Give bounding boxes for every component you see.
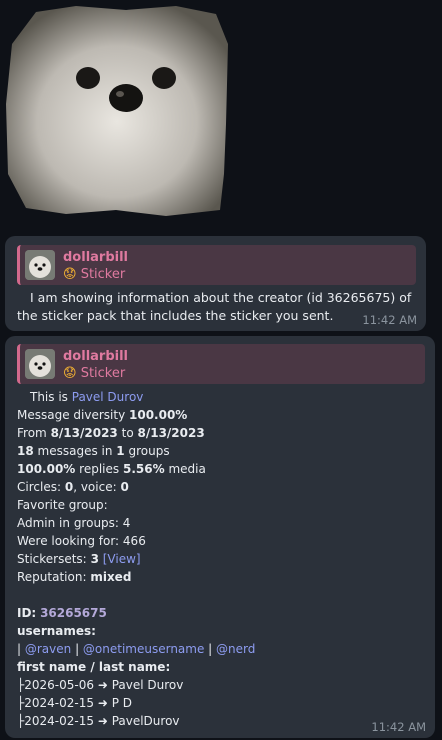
reply-preview[interactable]: dollarbill 😟 Sticker <box>17 245 416 285</box>
reply-type-label: Sticker <box>80 366 126 381</box>
reputation-line: Reputation: mixed <box>17 570 132 584</box>
dog-sticker-icon <box>6 6 228 216</box>
looking-for-line: Were looking for: 466 <box>17 534 146 548</box>
username-link[interactable]: @nerd <box>216 642 255 656</box>
message-bubble[interactable]: dollarbill 😟 Sticker I am showing inform… <box>5 236 426 331</box>
reply-type-label: Sticker <box>80 267 126 282</box>
circles-voice-line: Circles: 0, voice: 0 <box>17 480 129 494</box>
reply-preview[interactable]: dollarbill 😟 Sticker <box>17 344 425 384</box>
replies-media-line: 100.00% replies 5.56% media <box>17 462 206 476</box>
name-history-row: ├2024-02-15 ➜ PavelDurov <box>17 714 180 728</box>
this-is-line: This is Pavel Durov <box>30 390 144 404</box>
view-stickersets-link[interactable]: [View] <box>103 552 141 566</box>
usernames-line: | @raven | @onetimeusername | @nerd <box>17 642 256 656</box>
usernames-heading: usernames: <box>17 624 96 638</box>
diversity-line: Message diversity 100.00% <box>17 408 188 422</box>
message-timestamp: 11:42 AM <box>371 720 426 734</box>
user-profile-link[interactable]: Pavel Durov <box>72 390 144 404</box>
username-link[interactable]: @onetimeusername <box>83 642 204 656</box>
worried-emoji-icon: 😟 <box>63 366 77 381</box>
arrow-icon: ➜ <box>97 714 112 728</box>
dog-thumbnail-icon <box>25 250 55 280</box>
reply-type: 😟 Sticker <box>63 267 125 282</box>
reply-author-name: dollarbill <box>63 349 129 364</box>
worried-emoji-icon: 😟 <box>63 267 77 282</box>
creator-info: This is Pavel Durov Message diversity 10… <box>17 388 427 730</box>
arrow-icon: ➜ <box>97 696 112 710</box>
admin-groups-line: Admin in groups: 4 <box>17 516 131 530</box>
message-count-line: 18 messages in 1 groups <box>17 444 170 458</box>
names-heading: first name / last name: <box>17 660 171 674</box>
dog-sticker-image[interactable] <box>6 4 228 216</box>
name-history-row: ├2024-02-15 ➜ P D <box>17 696 132 710</box>
id-line: ID: 36265675 <box>17 606 107 620</box>
name-history-row: ├2026-05-06 ➜ Pavel Durov <box>17 678 184 692</box>
date-range-line: From 8/13/2023 to 8/13/2023 <box>17 426 205 440</box>
user-id-value[interactable]: 36265675 <box>40 606 107 620</box>
favorite-group-line: Favorite group: <box>17 498 108 512</box>
username-link[interactable]: @raven <box>25 642 71 656</box>
message-bubble[interactable]: dollarbill 😟 Sticker This is Pavel Durov… <box>5 336 435 738</box>
stickersets-line: Stickersets: 3 [View] <box>17 552 141 566</box>
dog-thumbnail-icon <box>25 349 55 379</box>
message-text: I am showing information about the creat… <box>17 290 412 323</box>
message-timestamp: 11:42 AM <box>362 313 417 327</box>
arrow-icon: ➜ <box>97 678 112 692</box>
reply-author-name: dollarbill <box>63 250 129 265</box>
reply-type: 😟 Sticker <box>63 366 125 381</box>
